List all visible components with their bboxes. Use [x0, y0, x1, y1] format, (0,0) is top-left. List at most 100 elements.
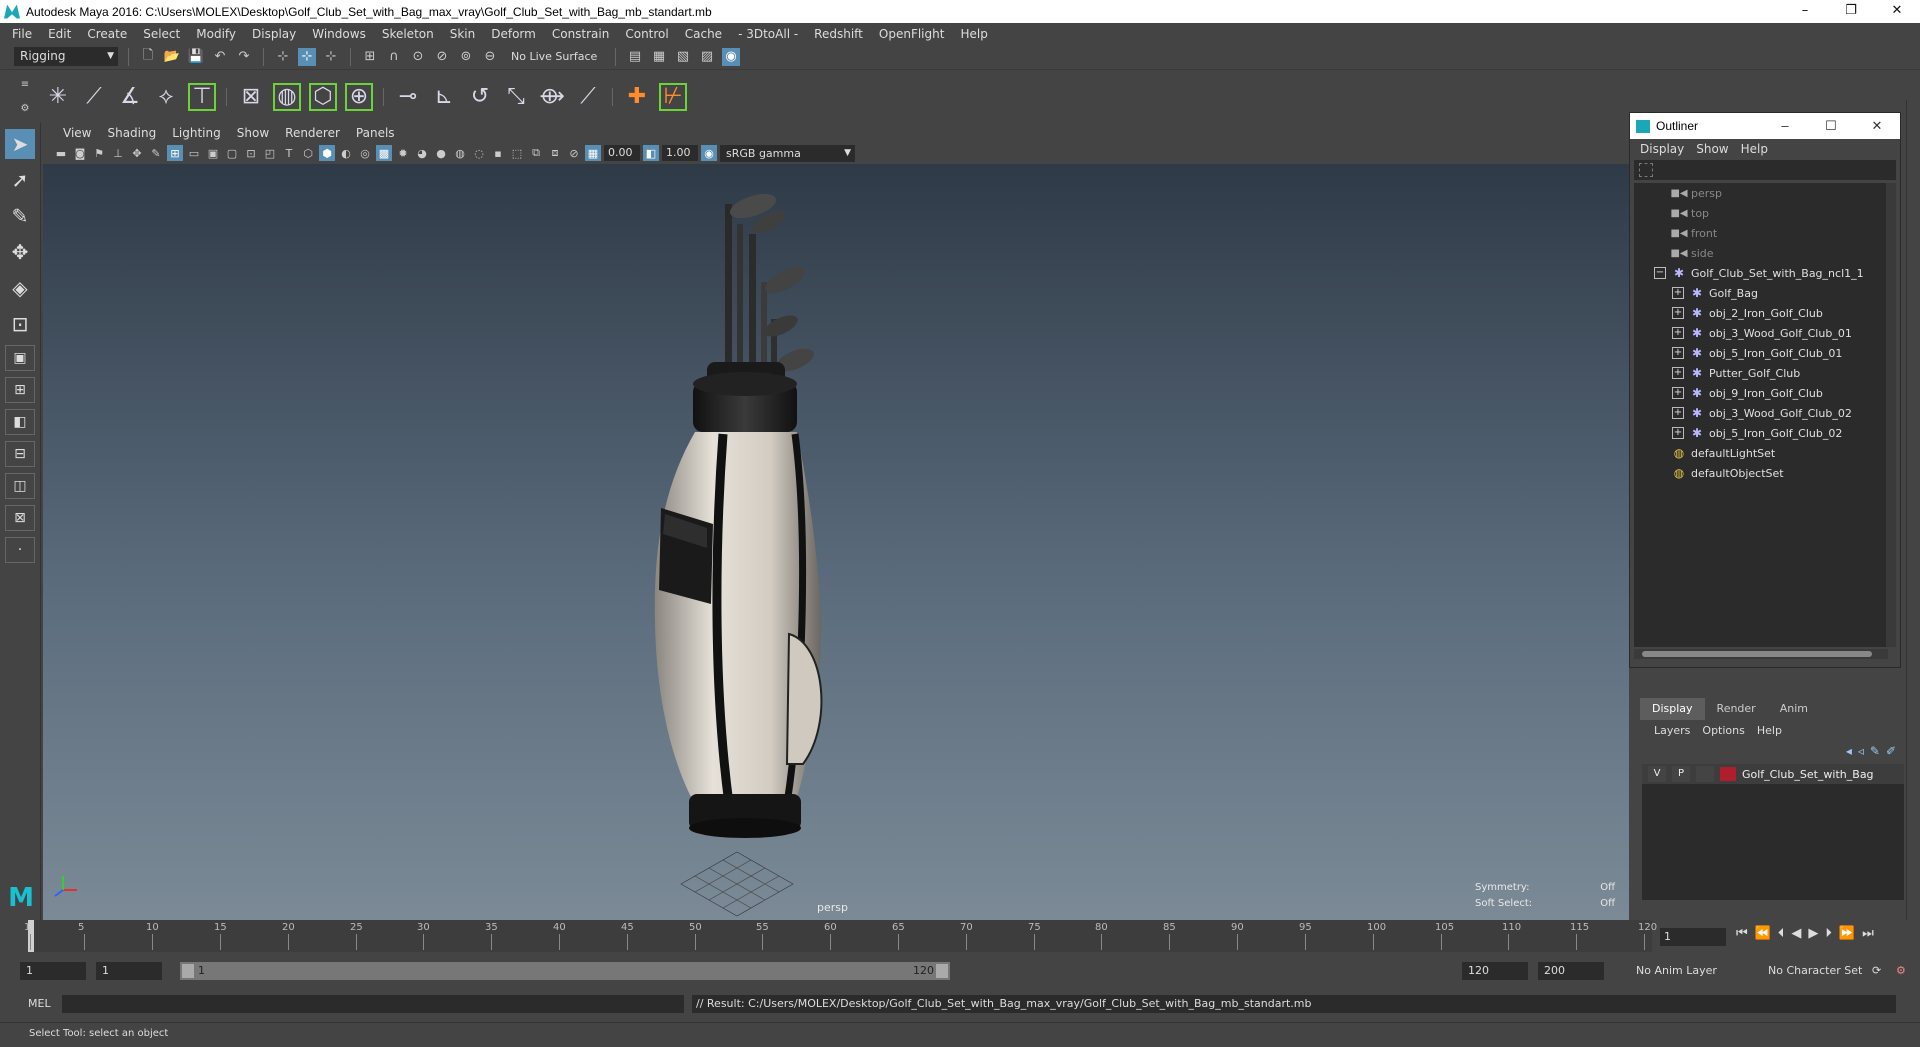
- ipr-render-icon[interactable]: ▧: [674, 48, 692, 66]
- range-end-handle[interactable]: [936, 964, 948, 978]
- exposure-field[interactable]: 0.00: [604, 145, 640, 161]
- default-material-icon[interactable]: ◐: [338, 145, 354, 161]
- paint-weights-icon[interactable]: ◍: [271, 81, 303, 113]
- panel-menu-panels[interactable]: Panels: [348, 126, 403, 140]
- go-to-start-icon[interactable]: ⏮: [1736, 926, 1748, 941]
- menu-control[interactable]: Control: [617, 27, 676, 41]
- expand-icon[interactable]: +: [1672, 367, 1684, 379]
- expand-icon[interactable]: +: [1672, 327, 1684, 339]
- menu-windows[interactable]: Windows: [304, 27, 374, 41]
- persp-graph-layout-icon[interactable]: ◫: [5, 473, 35, 499]
- snap-grid-icon[interactable]: ⊞: [361, 48, 379, 66]
- layer-row[interactable]: V P Golf_Club_Set_with_Bag: [1642, 764, 1904, 784]
- hypershade-icon[interactable]: ◉: [722, 47, 740, 66]
- close-button[interactable]: ✕: [1874, 0, 1920, 23]
- use-all-lights-icon[interactable]: ✹: [395, 145, 411, 161]
- outliner-item[interactable]: + ✱ obj_5_Iron_Golf_Club_02: [1634, 423, 1888, 443]
- outliner-item[interactable]: ◍ defaultObjectSet: [1634, 463, 1888, 483]
- menu-set-select[interactable]: Rigging ▼: [14, 47, 118, 66]
- new-layer-selected-icon[interactable]: ✐: [1886, 744, 1896, 758]
- range-start-handle[interactable]: [182, 964, 194, 978]
- insert-joint-icon[interactable]: ⟡: [150, 81, 182, 113]
- joint-tool-icon[interactable]: ✳: [42, 81, 74, 113]
- image-plane-icon[interactable]: ⊥: [110, 145, 126, 161]
- open-scene-icon[interactable]: 📂: [163, 48, 181, 66]
- close-button[interactable]: ✕: [1854, 118, 1900, 134]
- gamma-field[interactable]: 1.00: [662, 145, 698, 161]
- screen-space-ao-icon[interactable]: ●: [433, 145, 449, 161]
- exposure-icon[interactable]: ▦: [585, 145, 601, 161]
- outliner-item[interactable]: ■◀ front: [1634, 223, 1888, 243]
- outliner-horizontal-scrollbar[interactable]: [1634, 649, 1888, 659]
- expand-icon[interactable]: +: [1672, 287, 1684, 299]
- perspective-viewport[interactable]: Symmetry: Off Soft Select: Off persp: [43, 164, 1629, 920]
- color-management-icon[interactable]: ◉: [701, 145, 717, 161]
- aim-constraint-icon[interactable]: ⟴: [536, 81, 568, 113]
- step-forward-key-icon[interactable]: ⏵: [1825, 926, 1832, 941]
- textured-icon[interactable]: ▩: [376, 145, 392, 161]
- bind-skin-icon[interactable]: ⊠: [235, 81, 267, 113]
- gamma-icon[interactable]: ◧: [643, 145, 659, 161]
- paint-select-icon[interactable]: ✎: [5, 201, 35, 231]
- minimize-button[interactable]: –: [1762, 118, 1808, 134]
- redo-icon[interactable]: ↷: [235, 48, 253, 66]
- snap-view-icon[interactable]: ⊘: [433, 48, 451, 66]
- ik-handle-icon[interactable]: ⟋: [78, 81, 110, 113]
- menu-skeleton[interactable]: Skeleton: [374, 27, 442, 41]
- resolution-gate-icon[interactable]: ▣: [205, 145, 221, 161]
- camera-select-icon[interactable]: ▬: [53, 145, 69, 161]
- menu-create[interactable]: Create: [79, 27, 135, 41]
- panel-menu-shading[interactable]: Shading: [99, 126, 164, 140]
- scrollbar-thumb[interactable]: [1642, 651, 1872, 657]
- isolate-select-icon[interactable]: ⬚: [509, 145, 525, 161]
- outliner-item[interactable]: + ✱ obj_3_Wood_Golf_Club_02: [1634, 403, 1888, 423]
- scale-tool-icon[interactable]: ⊡: [5, 309, 35, 339]
- menu-modify[interactable]: Modify: [188, 27, 244, 41]
- menu-cache[interactable]: Cache: [677, 27, 730, 41]
- menu-3dtoall[interactable]: - 3DtoAll -: [730, 27, 806, 41]
- step-back-key-icon[interactable]: ⏴: [1778, 926, 1785, 941]
- step-forward-frame-icon[interactable]: ⏩: [1839, 926, 1855, 941]
- more-layouts-icon[interactable]: ·: [5, 537, 35, 563]
- panel-menu-show[interactable]: Show: [229, 126, 277, 140]
- outliner-item[interactable]: + ✱ obj_5_Iron_Golf_Club_01: [1634, 343, 1888, 363]
- outliner-item[interactable]: + ✱ Golf_Bag: [1634, 283, 1888, 303]
- outliner-menu-show[interactable]: Show: [1690, 142, 1734, 156]
- layer-visibility-toggle[interactable]: V: [1648, 766, 1666, 782]
- save-scene-icon[interactable]: 💾: [187, 48, 205, 66]
- move-layer-up-icon[interactable]: ◂: [1846, 744, 1852, 758]
- smooth-shade-icon[interactable]: ⬢: [319, 145, 335, 161]
- layer-menu-help[interactable]: Help: [1751, 724, 1788, 737]
- play-forwards-icon[interactable]: ▶: [1808, 926, 1818, 941]
- snap-curve-icon[interactable]: ∩: [385, 48, 403, 66]
- attribute-editor-tab-strip[interactable]: [1906, 100, 1920, 920]
- rotate-tool-icon[interactable]: ◈: [5, 273, 35, 303]
- menu-select[interactable]: Select: [135, 27, 188, 41]
- safe-title-icon[interactable]: T: [281, 145, 297, 161]
- expand-icon[interactable]: +: [1672, 427, 1684, 439]
- snap-point-icon[interactable]: ⊙: [409, 48, 427, 66]
- ik-spline-icon[interactable]: ∡: [114, 81, 146, 113]
- outliner-item[interactable]: ■◀ persp: [1634, 183, 1888, 203]
- depth-of-field-icon[interactable]: ▪: [490, 145, 506, 161]
- expand-icon[interactable]: +: [1672, 347, 1684, 359]
- outliner-item[interactable]: + ✱ obj_9_Iron_Golf_Club: [1634, 383, 1888, 403]
- field-chart-icon[interactable]: ⊡: [243, 145, 259, 161]
- new-scene-icon[interactable]: 🗋: [139, 48, 157, 66]
- layer-menu-layers[interactable]: Layers: [1648, 724, 1696, 737]
- command-input[interactable]: [62, 995, 684, 1013]
- point-constraint-icon[interactable]: ⊾: [428, 81, 460, 113]
- set-key-icon[interactable]: ⊬: [657, 81, 689, 113]
- layer-playback-toggle[interactable]: P: [1672, 766, 1690, 782]
- menu-display[interactable]: Display: [244, 27, 304, 41]
- 2d-pan-zoom-icon[interactable]: ✥: [129, 145, 145, 161]
- parent-constraint-icon[interactable]: ⊸: [392, 81, 424, 113]
- menu-constrain[interactable]: Constrain: [544, 27, 618, 41]
- outliner-menu-help[interactable]: Help: [1735, 142, 1774, 156]
- expand-icon[interactable]: +: [1672, 407, 1684, 419]
- orient-constraint-icon[interactable]: ↺: [464, 81, 496, 113]
- select-object-icon[interactable]: ⊹: [298, 47, 316, 66]
- grease-pencil-icon[interactable]: ✎: [148, 145, 164, 161]
- collapse-icon[interactable]: −: [1654, 267, 1666, 279]
- layer-color-swatch[interactable]: [1720, 767, 1736, 781]
